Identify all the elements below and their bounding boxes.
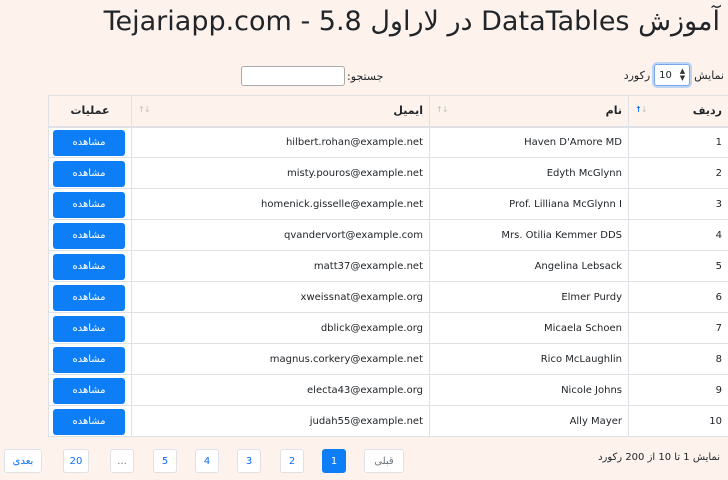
- cell-name: Mrs. Otilia Kemmer DDS: [429, 219, 629, 251]
- cell-email: electa43@example.org: [131, 374, 430, 406]
- table-row: 3 Prof. Lilliana McGlynn Ihomenick.gissel…: [48, 188, 728, 220]
- pagination-page-4[interactable]: 4: [195, 449, 219, 473]
- cell-actions: مشاهده: [48, 250, 132, 282]
- table-row: 4 Mrs. Otilia Kemmer DDS qvandervort@examp…: [48, 219, 728, 251]
- table-body: 1 Haven D'Amore MD hilbert.rohan@example.n…: [48, 126, 728, 437]
- length-control: نمایش 10 ▲ ▼ رکورد: [624, 64, 724, 86]
- cell-actions: مشاهده: [48, 188, 132, 220]
- view-button[interactable]: مشاهده: [53, 378, 125, 404]
- table-row: 8 Rico McLaughlin magnus.corkery@example.n…: [48, 343, 728, 375]
- view-button[interactable]: مشاهده: [53, 130, 125, 157]
- cell-actions: مشاهده: [48, 405, 132, 437]
- cell-name: Nicole Johns: [429, 374, 629, 406]
- page: آموزش DataTables در لاراول 5.8 - Tejaria…: [0, 0, 728, 480]
- cell-row-number: 2: [628, 157, 728, 189]
- cell-name: Prof. Lilliana McGlynn I: [429, 188, 629, 220]
- table-row: 2 Edyth McGlynn misty.pouros@example.net مش…: [48, 157, 728, 189]
- pagination-page-1[interactable]: 1: [322, 449, 346, 473]
- search-label: جستجو:: [347, 69, 384, 83]
- cell-name: Haven D'Amore MD: [429, 126, 629, 158]
- column-header-name[interactable]: نام ↑↓: [429, 95, 629, 128]
- cell-name: Ally Mayer: [429, 405, 629, 437]
- view-button[interactable]: مشاهده: [53, 409, 125, 435]
- page-title: آموزش DataTables در لاراول 5.8 - Tejaria…: [103, 6, 720, 37]
- pagination-page-3[interactable]: 3: [237, 449, 261, 473]
- view-button[interactable]: مشاهده: [53, 285, 125, 311]
- cell-actions: مشاهده: [48, 126, 132, 158]
- cell-name: Rico McLaughlin: [429, 343, 629, 375]
- cell-actions: مشاهده: [48, 312, 132, 344]
- pagination-ellipsis: ...: [110, 449, 134, 473]
- view-button[interactable]: مشاهده: [53, 254, 125, 280]
- pagination-page-20[interactable]: 20: [63, 449, 89, 473]
- cell-row-number: 7: [628, 312, 728, 344]
- cell-actions: مشاهده: [48, 157, 132, 189]
- cell-email: qvandervort@example.com: [131, 219, 430, 251]
- cell-row-number: 10: [628, 405, 728, 437]
- table-row: 5 Angelina Lebsack matt37@example.net مشاهد…: [48, 250, 728, 282]
- cell-row-number: 3: [628, 188, 728, 220]
- pagination: قبلی 1 2 3 4 5 ... 20 بعدی: [0, 449, 728, 475]
- select-caret-icon: ▲ ▼: [679, 67, 686, 82]
- cell-email: misty.pouros@example.net: [131, 157, 430, 189]
- data-table: ردیف ↑↓ نام ↑↓ ایمیل ↑↓ عملیات 1 Haven D…: [48, 95, 728, 437]
- cell-row-number: 1: [628, 126, 728, 158]
- view-button[interactable]: مشاهده: [53, 192, 125, 218]
- view-button[interactable]: مشاهده: [53, 223, 125, 249]
- table-row: 10 Ally Mayer judah55@example.net مشاهده: [48, 405, 728, 437]
- cell-actions: مشاهده: [48, 343, 132, 375]
- cell-email: matt37@example.net: [131, 250, 430, 282]
- cell-email: judah55@example.net: [131, 405, 430, 437]
- table-header-row: ردیف ↑↓ نام ↑↓ ایمیل ↑↓ عملیات: [48, 95, 728, 128]
- cell-actions: مشاهده: [48, 374, 132, 406]
- pagination-page-5[interactable]: 5: [153, 449, 177, 473]
- sort-ascending-icon: ↑↓: [635, 105, 647, 114]
- column-header-row-number[interactable]: ردیف ↑↓: [628, 95, 728, 128]
- view-button[interactable]: مشاهده: [53, 347, 125, 373]
- search-control: جستجو:: [241, 66, 383, 86]
- column-header-label: نام: [605, 104, 622, 118]
- pagination-previous-button[interactable]: قبلی: [364, 449, 404, 473]
- cell-name: Edyth McGlynn: [429, 157, 629, 189]
- cell-row-number: 5: [628, 250, 728, 282]
- search-input[interactable]: [241, 66, 345, 86]
- cell-email: homenick.gisselle@example.net: [131, 188, 430, 220]
- pagination-page-2[interactable]: 2: [280, 449, 304, 473]
- cell-actions: مشاهده: [48, 281, 132, 313]
- view-button[interactable]: مشاهده: [53, 316, 125, 342]
- cell-row-number: 6: [628, 281, 728, 313]
- length-select-value: 10: [659, 69, 672, 81]
- column-header-actions: عملیات: [48, 95, 132, 128]
- cell-row-number: 8: [628, 343, 728, 375]
- table-row: 1 Haven D'Amore MD hilbert.rohan@example.n…: [48, 126, 728, 158]
- cell-name: Angelina Lebsack: [429, 250, 629, 282]
- table-row: 9 Nicole Johns electa43@example.org مشاهده: [48, 374, 728, 406]
- length-label-before: نمایش: [694, 68, 724, 82]
- length-select[interactable]: 10 ▲ ▼: [654, 64, 691, 86]
- cell-row-number: 9: [628, 374, 728, 406]
- column-header-label: عملیات: [70, 104, 110, 118]
- column-header-email[interactable]: ایمیل ↑↓: [131, 95, 430, 128]
- cell-actions: مشاهده: [48, 219, 132, 251]
- cell-email: xweissnat@example.org: [131, 281, 430, 313]
- cell-row-number: 4: [628, 219, 728, 251]
- column-header-label: ردیف: [692, 104, 722, 118]
- cell-email: dblick@example.org: [131, 312, 430, 344]
- cell-name: Micaela Schoen: [429, 312, 629, 344]
- cell-email: hilbert.rohan@example.net: [131, 126, 430, 158]
- column-header-label: ایمیل: [393, 104, 423, 118]
- cell-email: magnus.corkery@example.net: [131, 343, 430, 375]
- data-table-wrapper: ردیف ↑↓ نام ↑↓ ایمیل ↑↓ عملیات 1 Haven D…: [48, 95, 728, 437]
- pagination-next-button[interactable]: بعدی: [4, 449, 42, 473]
- cell-name: Elmer Purdy: [429, 281, 629, 313]
- table-row: 7 Micaela Schoen dblick@example.org مشاهده: [48, 312, 728, 344]
- length-label-after: رکورد: [623, 68, 651, 82]
- view-button[interactable]: مشاهده: [53, 161, 125, 187]
- table-row: 6 Elmer Purdy xweissnat@example.org مشاهده: [48, 281, 728, 313]
- sort-icon: ↑↓: [138, 105, 150, 114]
- sort-icon: ↑↓: [436, 105, 448, 114]
